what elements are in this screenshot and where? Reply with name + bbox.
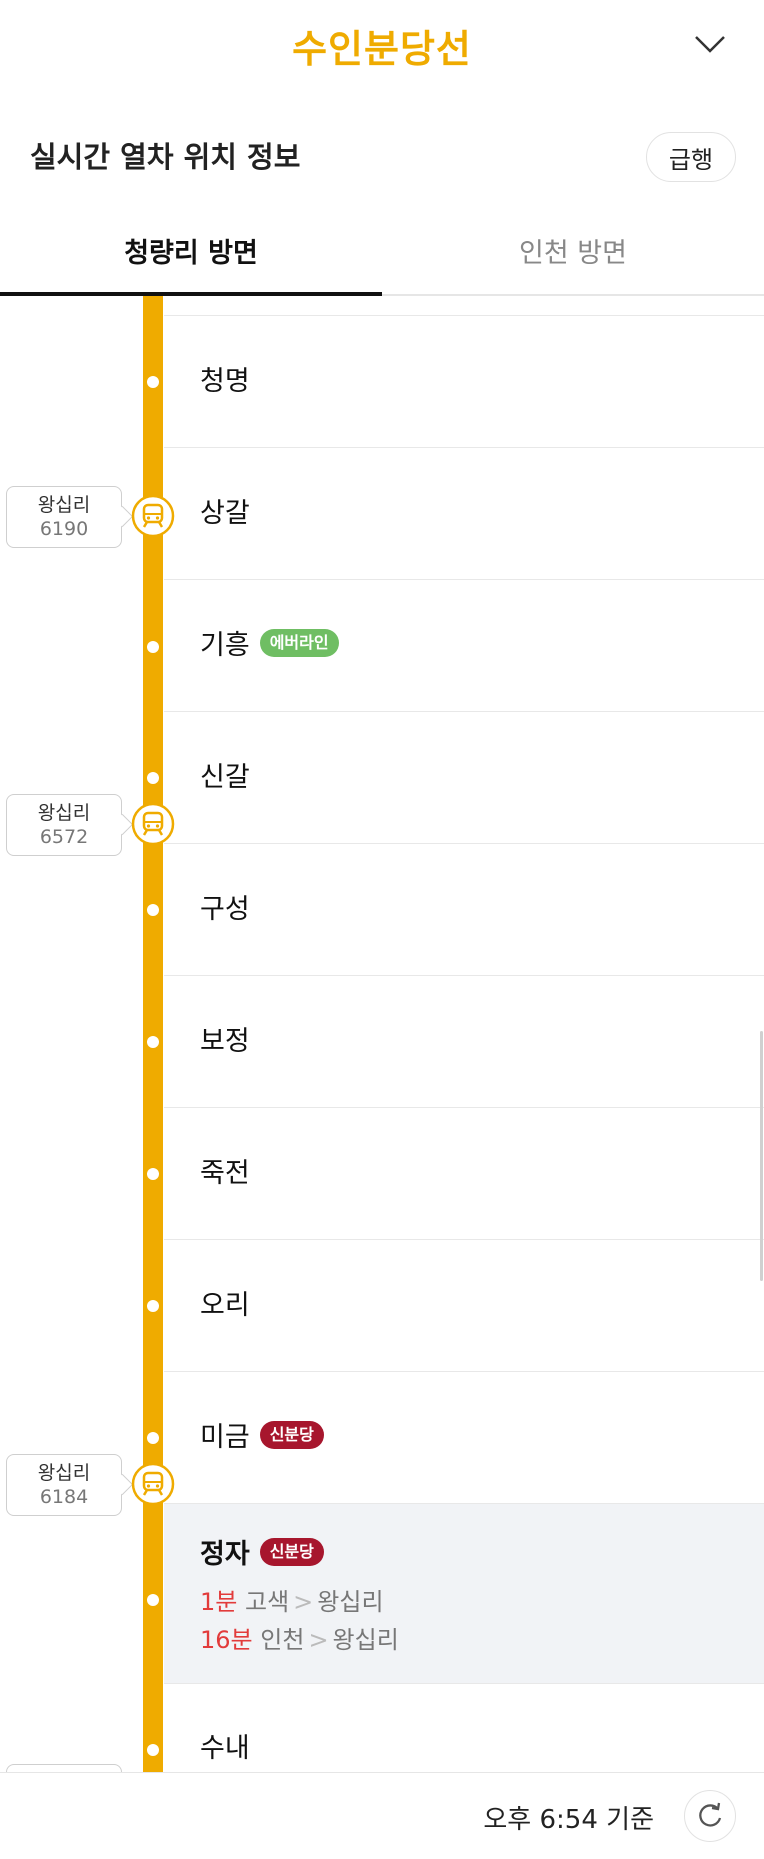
- station-name: 수내: [200, 1733, 250, 1764]
- station-name: 미금: [200, 1422, 250, 1453]
- tab-incheon[interactable]: 인천 방면: [382, 206, 764, 294]
- station-row[interactable]: 오리: [164, 1240, 764, 1372]
- station-name: 상갈: [200, 498, 250, 529]
- station-name: 오리: [200, 1290, 250, 1321]
- station-name: 구성: [200, 894, 250, 925]
- station-dot: [147, 772, 159, 784]
- station-dot: [147, 904, 159, 916]
- express-button[interactable]: 급행: [646, 132, 736, 182]
- station-dot: [147, 1300, 159, 1312]
- station-name: 기흥: [200, 630, 250, 661]
- transfer-badge: 에버라인: [259, 628, 339, 657]
- station-dot: [147, 1594, 159, 1606]
- train-label[interactable]: 왕십리 6572: [6, 794, 122, 856]
- station-name: 청명: [200, 366, 250, 397]
- station-name: 죽전: [200, 1158, 250, 1189]
- scrollbar[interactable]: [760, 1031, 763, 1281]
- arrival-info: 16분 인천 > 왕십리: [200, 1626, 399, 1654]
- station-row[interactable]: 상갈: [164, 448, 764, 580]
- train-label-partial[interactable]: [6, 1764, 122, 1772]
- train-label[interactable]: 왕십리 6184: [6, 1454, 122, 1516]
- station-row[interactable]: 미금 신분당: [164, 1372, 764, 1504]
- transfer-badge: 신분당: [259, 1420, 324, 1449]
- station-dot: [147, 376, 159, 388]
- station-dot: [147, 641, 159, 653]
- train-icon[interactable]: [131, 494, 175, 538]
- train-label[interactable]: 왕십리 6190: [6, 486, 122, 548]
- station-row[interactable]: 수내: [164, 1684, 764, 1772]
- update-timestamp: 오후 6:54 기준: [483, 1805, 654, 1835]
- station-name: 신갈: [200, 762, 250, 793]
- station-row[interactable]: 구성: [164, 844, 764, 976]
- chevron-right-icon: >: [308, 1626, 329, 1654]
- station-dot: [147, 1744, 159, 1756]
- station-list[interactable]: 청명 상갈 기흥 에버라인 신갈 구성 보정 죽전 오리 미금 신분당 정자 신…: [0, 296, 764, 1772]
- chevron-right-icon: >: [293, 1588, 314, 1616]
- section-title: 실시간 열차 위치 정보: [30, 140, 301, 174]
- tab-cheongnyangni[interactable]: 청량리 방면: [0, 206, 382, 296]
- station-dot: [147, 1168, 159, 1180]
- station-row[interactable]: 신갈: [164, 712, 764, 844]
- station-name: 보정: [200, 1026, 250, 1057]
- chevron-down-icon[interactable]: [692, 28, 728, 58]
- station-row[interactable]: 청명: [164, 316, 764, 448]
- arrival-info: 1분 고색 > 왕십리: [200, 1588, 384, 1616]
- station-name: 정자: [200, 1539, 250, 1570]
- station-dot: [147, 1036, 159, 1048]
- station-row[interactable]: 죽전: [164, 1108, 764, 1240]
- transfer-badge: 신분당: [259, 1537, 324, 1566]
- refresh-icon[interactable]: [684, 1790, 736, 1842]
- app-header: 수인분당선: [0, 0, 764, 105]
- direction-tabs: 청량리 방면 인천 방면: [0, 206, 764, 296]
- line-title[interactable]: 수인분당선: [0, 18, 764, 73]
- footer-bar: 오후 6:54 기준: [0, 1772, 764, 1859]
- station-row[interactable]: 보정: [164, 976, 764, 1108]
- train-icon[interactable]: [131, 1462, 175, 1506]
- train-icon[interactable]: [131, 802, 175, 846]
- station-row[interactable]: 기흥 에버라인: [164, 580, 764, 712]
- station-row-current[interactable]: 정자 신분당 1분 고색 > 왕십리 16분 인천 > 왕십리: [164, 1504, 764, 1684]
- station-row[interactable]: [164, 296, 764, 316]
- station-dot: [147, 1432, 159, 1444]
- section-header: 실시간 열차 위치 정보 급행: [0, 104, 764, 207]
